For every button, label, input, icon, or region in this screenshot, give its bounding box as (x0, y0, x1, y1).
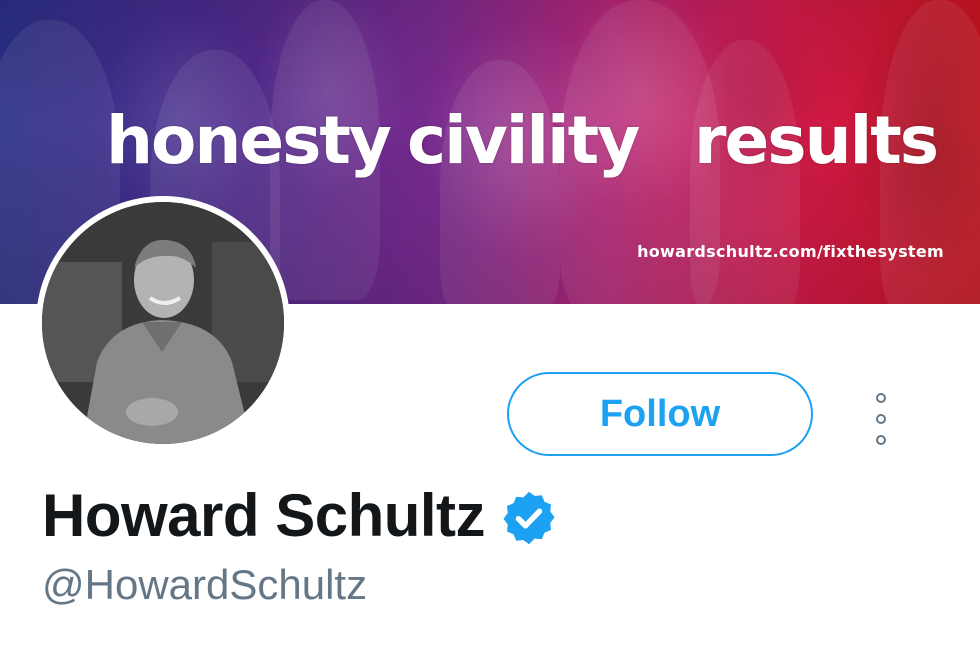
display-name: Howard Schultz (42, 482, 486, 549)
more-dot-icon (876, 414, 886, 424)
display-name-row: Howard Schultz (42, 484, 559, 548)
banner-word-results: results (694, 102, 939, 179)
banner-word-honesty: honesty (106, 102, 392, 179)
avatar[interactable] (36, 196, 290, 450)
avatar-photo (42, 202, 284, 444)
more-dot-icon (876, 435, 886, 445)
banner-word-civility: civility (407, 102, 640, 179)
user-handle: @HowardSchultz (42, 561, 368, 608)
more-options-icon[interactable] (866, 393, 896, 445)
more-dot-icon (876, 393, 886, 403)
banner-url: howardschultz.com/fixthesystem (637, 242, 944, 261)
avatar-photo-figure (42, 202, 284, 444)
verified-badge-icon (503, 491, 555, 545)
follow-button[interactable]: Follow (507, 372, 813, 456)
